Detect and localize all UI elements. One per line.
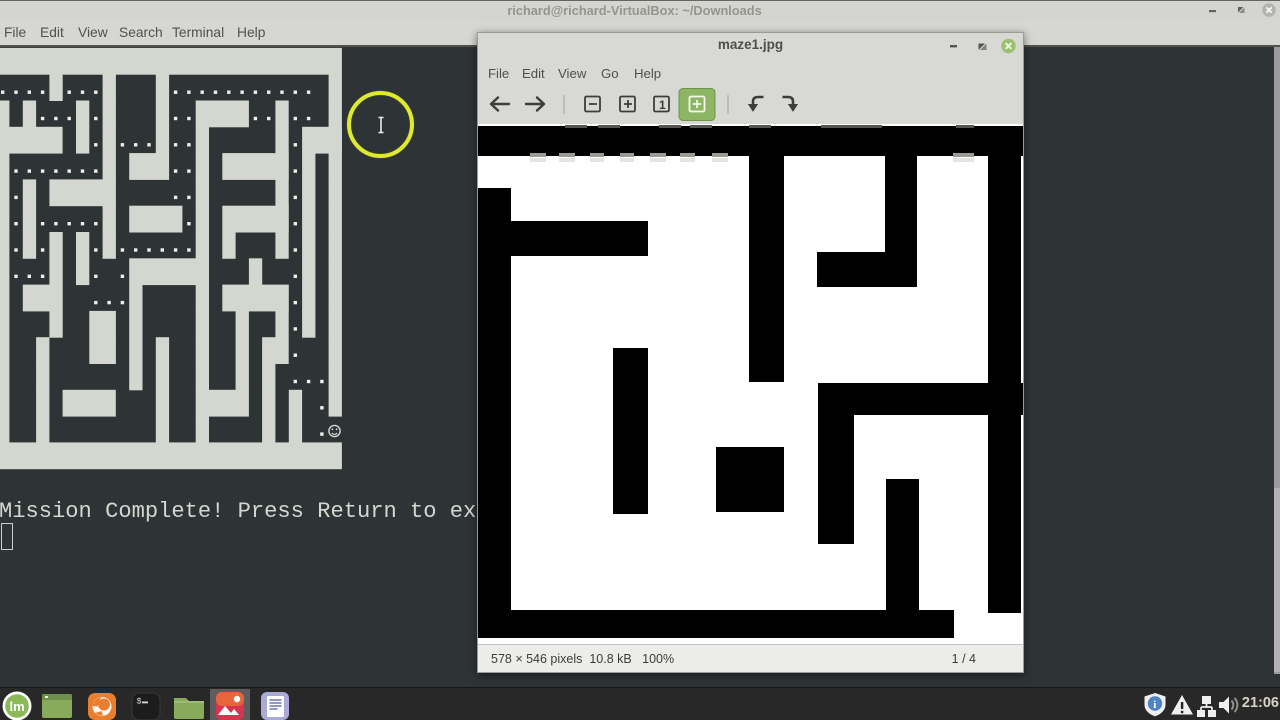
svg-text:$: $ <box>137 697 142 707</box>
svg-text:i: i <box>1153 699 1156 711</box>
svg-text:lm: lm <box>10 699 25 714</box>
svg-text:1: 1 <box>659 98 666 112</box>
